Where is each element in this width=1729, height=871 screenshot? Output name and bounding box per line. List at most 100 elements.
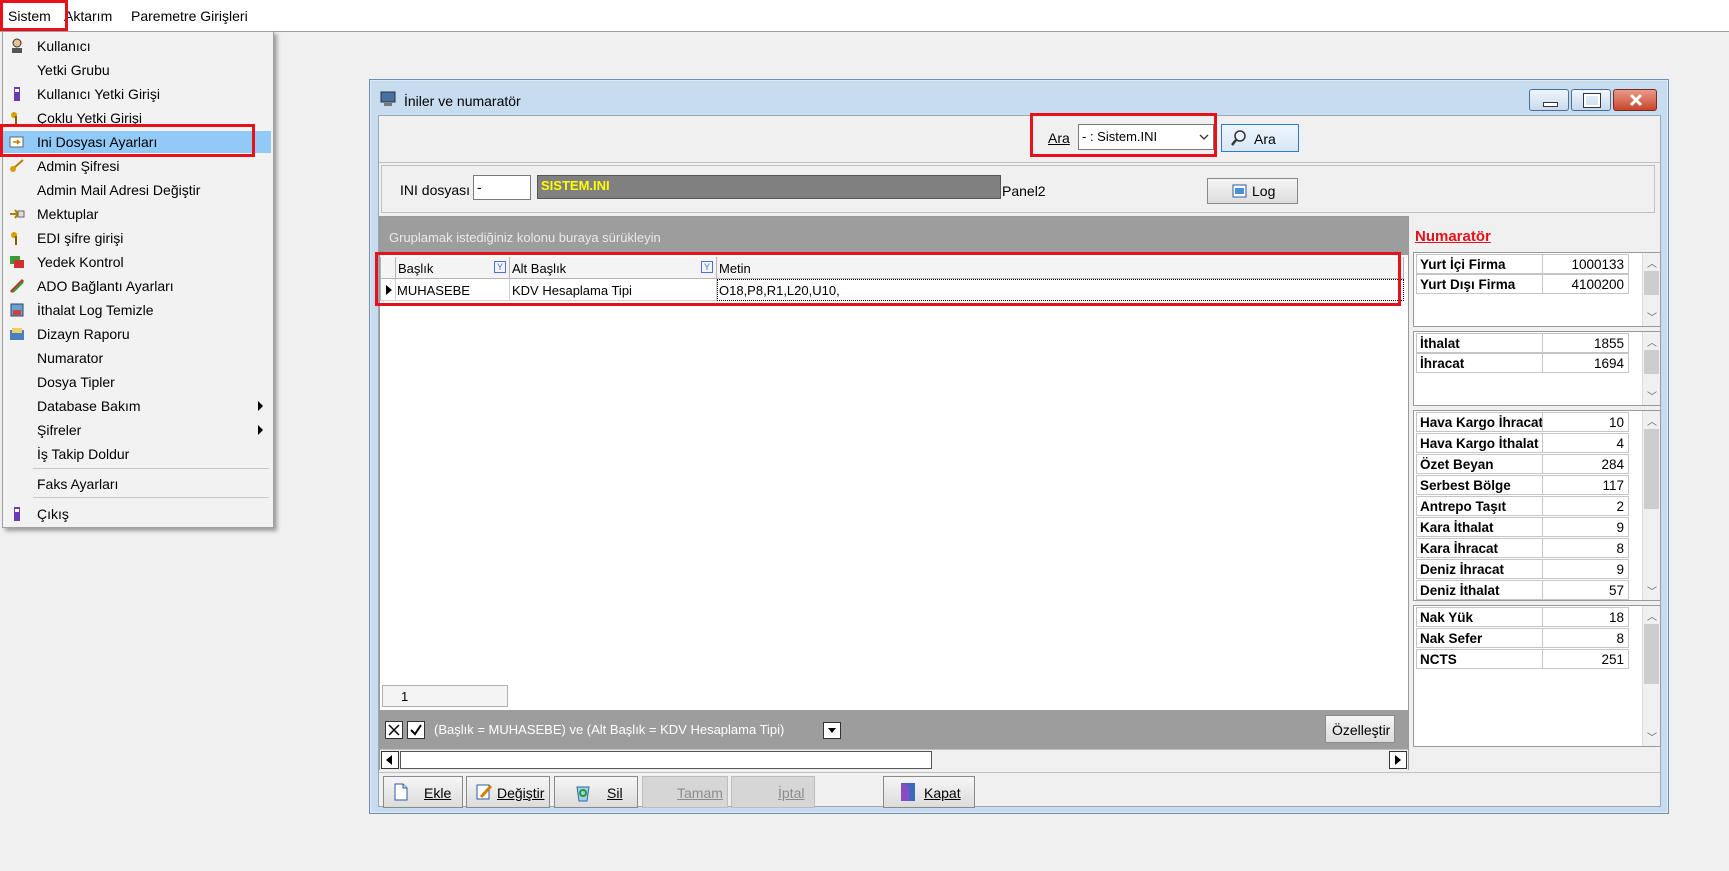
menu-item-dizayn-raporu[interactable]: Dizayn Raporu — [3, 323, 271, 345]
menu-separator — [33, 497, 269, 498]
checkmark-icon — [410, 724, 422, 736]
group-by-bar: Gruplamak istediğiniz kolonu buraya sürü… — [380, 217, 1408, 255]
bottom-toolbar: Ekle Değiştir Sil Tamam İptal Kapat — [379, 772, 1660, 808]
menu-item-faks-ayarlari[interactable]: Faks Ayarları — [3, 473, 271, 495]
iptal-button[interactable]: İptal — [731, 776, 815, 808]
kapat-button[interactable]: Kapat — [883, 776, 975, 808]
menu-bar: Sistem Aktarım Paremetre Girişleri — [0, 0, 1729, 32]
menu-item-ithalat-log-temizle[interactable]: İthalat Log Temizle — [3, 299, 271, 321]
scroll-left-button[interactable] — [381, 751, 399, 769]
table-row-cell-metin[interactable]: O18,P8,R1,L20,U10, — [717, 279, 1404, 301]
filter-icon[interactable]: Y — [494, 261, 506, 273]
menu-sistem[interactable]: Sistem — [8, 8, 51, 24]
menu-item-edi-sifre-girisi[interactable]: EDI şifre girişi — [3, 227, 271, 249]
close-icon — [388, 724, 400, 736]
menu-aktarim[interactable]: Aktarım — [64, 8, 112, 24]
new-document-icon — [394, 783, 408, 801]
menu-item-admin-sifresi[interactable]: Admin Şifresi — [3, 155, 271, 177]
report-icon — [10, 328, 24, 340]
arrow-left-icon — [386, 755, 392, 765]
scroll-right-button[interactable] — [1389, 751, 1407, 769]
search-button[interactable]: Ara — [1221, 124, 1299, 152]
row-indicator[interactable] — [380, 279, 396, 301]
maximize-button[interactable] — [1571, 89, 1611, 111]
search-panel: Ara - : Sistem.INI Ara — [379, 116, 1660, 163]
search-combo[interactable]: - : Sistem.INI — [1078, 124, 1214, 150]
clear-filter-button[interactable] — [385, 721, 403, 739]
vertical-scrollbar[interactable]: ︿ ﹀ — [1642, 332, 1660, 405]
scroll-thumb[interactable] — [1644, 624, 1659, 684]
data-grid: Gruplamak istediğiniz kolonu buraya sürü… — [379, 216, 1409, 770]
chevron-down-icon: ﹀ — [1647, 587, 1657, 598]
menu-item-ini-dosyasi-ayarlari[interactable]: Ini Dosyası Ayarları — [3, 131, 271, 153]
sil-button[interactable]: Sil — [554, 776, 638, 808]
connection-icon — [9, 278, 25, 294]
filter-dropdown-button[interactable] — [823, 722, 841, 739]
exit-door-icon — [901, 783, 915, 801]
menu-item-mektuplar[interactable]: Mektuplar — [3, 203, 271, 225]
log-button[interactable]: Log — [1207, 178, 1298, 204]
chevron-up-icon: ︿ — [1647, 259, 1657, 270]
vertical-scrollbar[interactable]: ︿ ﹀ — [1642, 411, 1660, 600]
close-button[interactable] — [1613, 89, 1657, 111]
menu-item-is-takip-doldur[interactable]: İş Takip Doldur — [3, 443, 271, 465]
menu-parametre-girisleri[interactable]: Paremetre Girişleri — [131, 8, 248, 24]
filter-icon[interactable]: Y — [701, 261, 713, 273]
record-count-field: 1 — [382, 685, 508, 707]
menu-item-numarator[interactable]: Numarator — [3, 347, 271, 369]
menu-item-admin-mail-adresi[interactable]: Admin Mail Adresi Değiştir — [3, 179, 271, 201]
submenu-arrow-icon — [258, 401, 263, 411]
ini-name-field: SISTEM.INI — [537, 175, 1001, 199]
panel2-label: Panel2 — [1002, 183, 1046, 199]
column-header-baslik[interactable]: Başlık Y — [396, 257, 510, 279]
horizontal-scrollbar[interactable] — [380, 749, 1408, 770]
vertical-scrollbar[interactable]: ︿ ﹀ — [1642, 606, 1660, 746]
scroll-thumb[interactable] — [400, 751, 932, 769]
search-combo-value: - : Sistem.INI — [1082, 129, 1158, 144]
filter-expression[interactable]: (Başlık = MUHASEBE) ve (Alt Başlık = KDV… — [434, 722, 784, 737]
vertical-scrollbar[interactable]: ︿ ﹀ — [1642, 253, 1660, 326]
menu-item-sifreler[interactable]: Şifreler — [3, 419, 271, 441]
menu-item-kullanici-yetki-girisi[interactable]: Kullanıcı Yetki Girişi — [3, 83, 271, 105]
tamam-button[interactable]: Tamam — [642, 776, 728, 808]
menu-item-ado-baglanti-ayarlari[interactable]: ADO Bağlantı Ayarları — [3, 275, 271, 297]
minimize-button[interactable] — [1529, 89, 1569, 111]
backup-icon — [10, 256, 24, 268]
computer-icon — [380, 91, 396, 106]
ini-code-field[interactable]: - — [473, 175, 531, 200]
close-icon — [1629, 93, 1643, 107]
scroll-thumb[interactable] — [1644, 350, 1659, 374]
menu-item-coklu-yetki-girisi[interactable]: Çoklu Yetki Girişi — [3, 107, 271, 129]
window-client: Ara - : Sistem.INI Ara INI dosyası - SIS… — [378, 115, 1661, 808]
maximize-icon — [1583, 93, 1601, 108]
menu-item-yetki-grubu[interactable]: Yetki Grubu — [3, 59, 271, 81]
minimize-icon — [1543, 102, 1558, 107]
scroll-thumb[interactable] — [1644, 429, 1659, 509]
title-bar[interactable]: İniler ve numaratör — [370, 80, 1668, 116]
numarator-group-ithalat-ihracat: İthalat 1855 İhracat 1694 ︿ ﹀ — [1413, 331, 1661, 406]
exit-icon — [14, 507, 20, 521]
chevron-down-icon — [828, 728, 836, 733]
numarator-group-nakliye: Nak Yük 18 Nak Sefer 8 NCTS 251 ︿ ﹀ — [1413, 605, 1661, 747]
chevron-up-icon: ︿ — [1647, 338, 1657, 349]
column-header-metin[interactable]: Metin — [717, 257, 1404, 279]
scroll-thumb[interactable] — [1644, 271, 1659, 295]
table-row-cell-alt-baslik[interactable]: KDV Hesaplama Tipi — [510, 279, 717, 301]
chevron-up-icon: ︿ — [1647, 417, 1657, 428]
filter-bar: (Başlık = MUHASEBE) ve (Alt Başlık = KDV… — [380, 710, 1408, 749]
chevron-down-icon: ﹀ — [1647, 392, 1657, 403]
chevron-down-icon: ﹀ — [1647, 313, 1657, 324]
menu-item-dosya-tipler[interactable]: Dosya Tipler — [3, 371, 271, 393]
customize-button[interactable]: Özelleştir — [1325, 715, 1395, 743]
letter-icon — [10, 209, 25, 219]
menu-item-kullanici[interactable]: Kullanıcı — [3, 35, 271, 57]
degistir-button[interactable]: Değiştir — [466, 776, 550, 808]
menu-item-database-bakim[interactable]: Database Bakım — [3, 395, 271, 417]
menu-item-cikis[interactable]: Çıkış — [3, 503, 271, 525]
table-row-cell-baslik[interactable]: MUHASEBE — [396, 279, 510, 301]
column-header-alt-baslik[interactable]: Alt Başlık Y — [510, 257, 717, 279]
menu-item-yedek-kontrol[interactable]: Yedek Kontrol — [3, 251, 271, 273]
filter-enable-checkbox[interactable] — [407, 721, 425, 739]
ekle-button[interactable]: Ekle — [383, 776, 463, 808]
user-key-icon — [14, 87, 20, 101]
